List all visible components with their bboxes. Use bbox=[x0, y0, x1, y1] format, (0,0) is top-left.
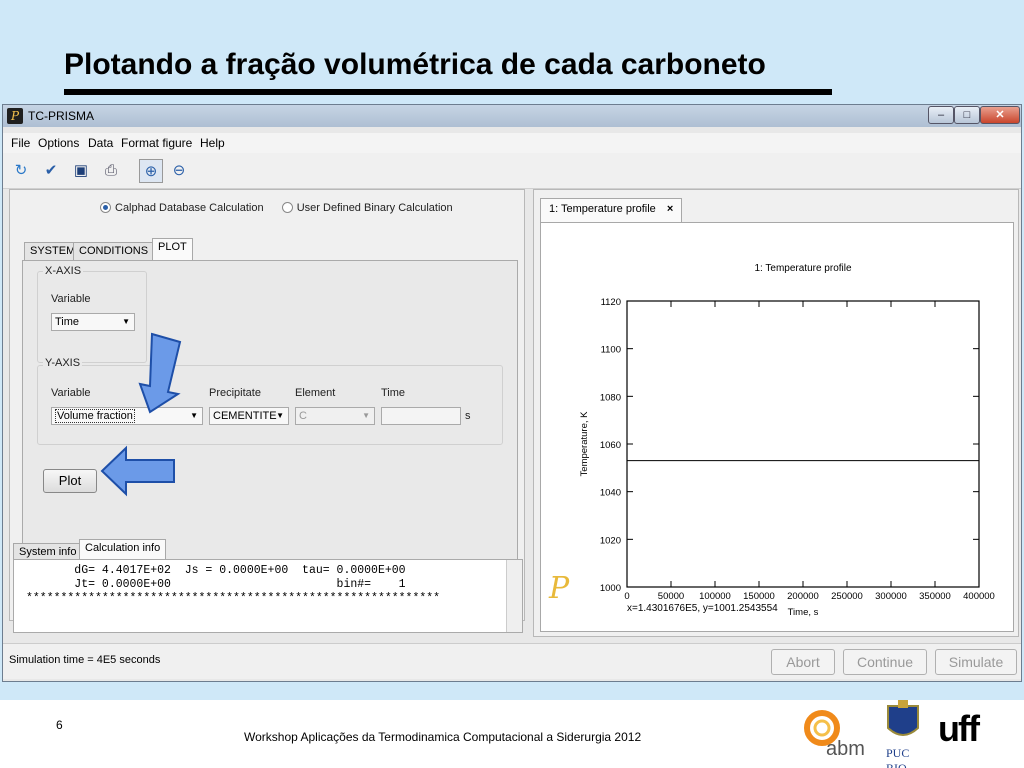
y-tick-label: 1080 bbox=[600, 392, 621, 403]
menu-data[interactable]: Data bbox=[88, 136, 113, 150]
x-variable-select[interactable]: Time ▼ bbox=[51, 313, 135, 331]
chevron-down-icon: ▼ bbox=[362, 411, 370, 420]
plot-panel: 1: Temperature profile × 1: Temperature … bbox=[533, 189, 1019, 637]
abort-button[interactable]: Abort bbox=[771, 649, 835, 675]
window-titlebar[interactable]: P TC-PRISMA – □ ✕ bbox=[3, 105, 1021, 127]
y-axis-group bbox=[37, 365, 503, 445]
radio-user-defined[interactable] bbox=[281, 202, 293, 213]
uff-logo: uff bbox=[938, 708, 980, 749]
menu-file[interactable]: File bbox=[11, 136, 30, 150]
y-tick-label: 1100 bbox=[601, 345, 621, 356]
y-tick-label: 1120 bbox=[601, 297, 621, 308]
continue-button[interactable]: Continue bbox=[843, 649, 927, 675]
element-label: Element bbox=[295, 387, 336, 399]
tab-calculation-info[interactable]: Calculation info bbox=[79, 539, 167, 559]
element-value: C bbox=[299, 410, 307, 422]
x-tick-label: 300000 bbox=[875, 591, 907, 602]
slide-title: Plotando a fração volumétrica de cada ca… bbox=[64, 48, 766, 81]
x-tick-label: 150000 bbox=[743, 591, 775, 602]
chart-title: 1: Temperature profile bbox=[754, 263, 852, 274]
maximize-button[interactable]: □ bbox=[954, 106, 980, 124]
close-tab-icon[interactable]: × bbox=[667, 203, 673, 215]
x-variable-value: Time bbox=[55, 316, 80, 328]
refresh-icon[interactable]: ↻ bbox=[9, 159, 33, 183]
simulation-time-status: Simulation time = 4E5 seconds bbox=[9, 654, 161, 666]
time-unit-label: s bbox=[465, 410, 471, 422]
abm-logo-text: abm bbox=[826, 738, 865, 760]
title-underline bbox=[64, 89, 832, 95]
puc-rio-logo: PUC RIO bbox=[878, 700, 928, 768]
radio-user-defined-label: User Defined Binary Calculation bbox=[296, 202, 453, 214]
zoom-out-icon[interactable]: ⊖ bbox=[167, 159, 191, 183]
console-line: ****************************************… bbox=[26, 592, 441, 605]
calc-mode-radio-group: Calphad Database Calculation User Define… bbox=[100, 202, 453, 214]
plot-button[interactable]: Plot bbox=[43, 469, 97, 493]
save-icon[interactable]: ▣ bbox=[69, 159, 93, 183]
x-axis-title: Time, s bbox=[788, 607, 819, 618]
plot-frame bbox=[626, 300, 980, 588]
element-select[interactable]: C ▼ bbox=[295, 407, 375, 425]
close-window-button[interactable]: ✕ bbox=[980, 106, 1020, 124]
time-input[interactable] bbox=[381, 407, 461, 425]
y-tick-label: 1060 bbox=[600, 440, 621, 451]
console-output: dG= 4.4017E+02 Js = 0.0000E+00 tau= 0.00… bbox=[13, 559, 523, 633]
tab-temperature-profile[interactable]: 1: Temperature profile × bbox=[540, 198, 683, 222]
minimize-button[interactable]: – bbox=[928, 106, 954, 124]
temperature-profile-chart: 1: Temperature profile 0 50000 100000 150000… bbox=[579, 263, 995, 618]
radio-calphad-label: Calphad Database Calculation bbox=[115, 202, 264, 214]
console-line: Jt= 0.0000E+00 bin#= 1 bbox=[26, 578, 406, 591]
y-tick-label: 1020 bbox=[600, 535, 621, 546]
y-variable-value: Volume fraction bbox=[55, 409, 135, 423]
coordinate-readout: x=1.4301676E5, y=1001.2543554 bbox=[627, 603, 778, 614]
radio-calphad[interactable] bbox=[100, 202, 111, 213]
y-tick-label: 1000 bbox=[600, 583, 621, 594]
y-variable-label: Variable bbox=[51, 387, 91, 399]
time-label: Time bbox=[381, 387, 406, 399]
x-tick-label: 250000 bbox=[831, 591, 863, 602]
x-axis-label: X-AXIS bbox=[43, 265, 84, 277]
print-icon[interactable]: ⎙ bbox=[99, 159, 123, 183]
left-arrow-annotation bbox=[100, 445, 175, 497]
plot-tab-label: 1: Temperature profile bbox=[549, 203, 656, 215]
y-tick-label: 1040 bbox=[600, 488, 621, 499]
x-variable-label: Variable bbox=[51, 293, 91, 305]
precipitate-label: Precipitate bbox=[209, 387, 261, 399]
precipitate-select[interactable]: CEMENTITE ▼ bbox=[209, 407, 289, 425]
x-tick-label: 0 bbox=[624, 591, 629, 602]
chart-area: 1: Temperature profile 0 50000 100000 150000… bbox=[540, 222, 1014, 632]
tc-prisma-logo: P bbox=[549, 571, 570, 606]
x-tick-label: 50000 bbox=[658, 591, 684, 602]
footer-text: Workshop Aplicações da Termodinamica Com… bbox=[244, 730, 642, 744]
x-tick-label: 400000 bbox=[963, 591, 995, 602]
console-area: System info Calculation info dG= 4.4017E… bbox=[9, 525, 525, 637]
tc-prisma-logo-icon: P bbox=[7, 108, 23, 124]
menu-help[interactable]: Help bbox=[200, 136, 225, 150]
console-line: dG= 4.4017E+02 Js = 0.0000E+00 tau= 0.00… bbox=[26, 564, 406, 577]
check-icon[interactable]: ✔ bbox=[39, 159, 63, 183]
down-arrow-annotation bbox=[138, 332, 182, 414]
page-number: 6 bbox=[56, 718, 63, 732]
tab-conditions[interactable]: CONDITIONS bbox=[73, 242, 155, 260]
console-scrollbar[interactable] bbox=[506, 560, 522, 632]
abm-logo: abm bbox=[802, 708, 865, 764]
puc-rio-logo-text: PUC RIO bbox=[886, 746, 910, 768]
precipitate-value: CEMENTITE bbox=[213, 410, 277, 422]
menubar: File Options Data Format figure Help bbox=[3, 133, 1021, 153]
y-axis-label: Y-AXIS bbox=[43, 357, 83, 369]
menu-options[interactable]: Options bbox=[38, 136, 79, 150]
menu-format-figure[interactable]: Format figure bbox=[121, 136, 192, 150]
chevron-down-icon: ▼ bbox=[122, 317, 130, 326]
toolbar: ↻ ✔ ▣ ⎙ ⊕ ⊖ bbox=[3, 153, 1021, 189]
chevron-down-icon: ▼ bbox=[276, 411, 284, 420]
x-tick-label: 350000 bbox=[919, 591, 951, 602]
y-axis-title: Temperature, K bbox=[579, 411, 590, 477]
tab-plot[interactable]: PLOT bbox=[152, 238, 193, 260]
zoom-in-icon[interactable]: ⊕ bbox=[139, 159, 163, 183]
window-title: TC-PRISMA bbox=[28, 109, 94, 123]
simulate-button[interactable]: Simulate bbox=[935, 649, 1017, 675]
statusbar: Simulation time = 4E5 seconds Abort Cont… bbox=[3, 643, 1021, 679]
x-tick-label: 100000 bbox=[699, 591, 731, 602]
x-tick-label: 200000 bbox=[787, 591, 819, 602]
